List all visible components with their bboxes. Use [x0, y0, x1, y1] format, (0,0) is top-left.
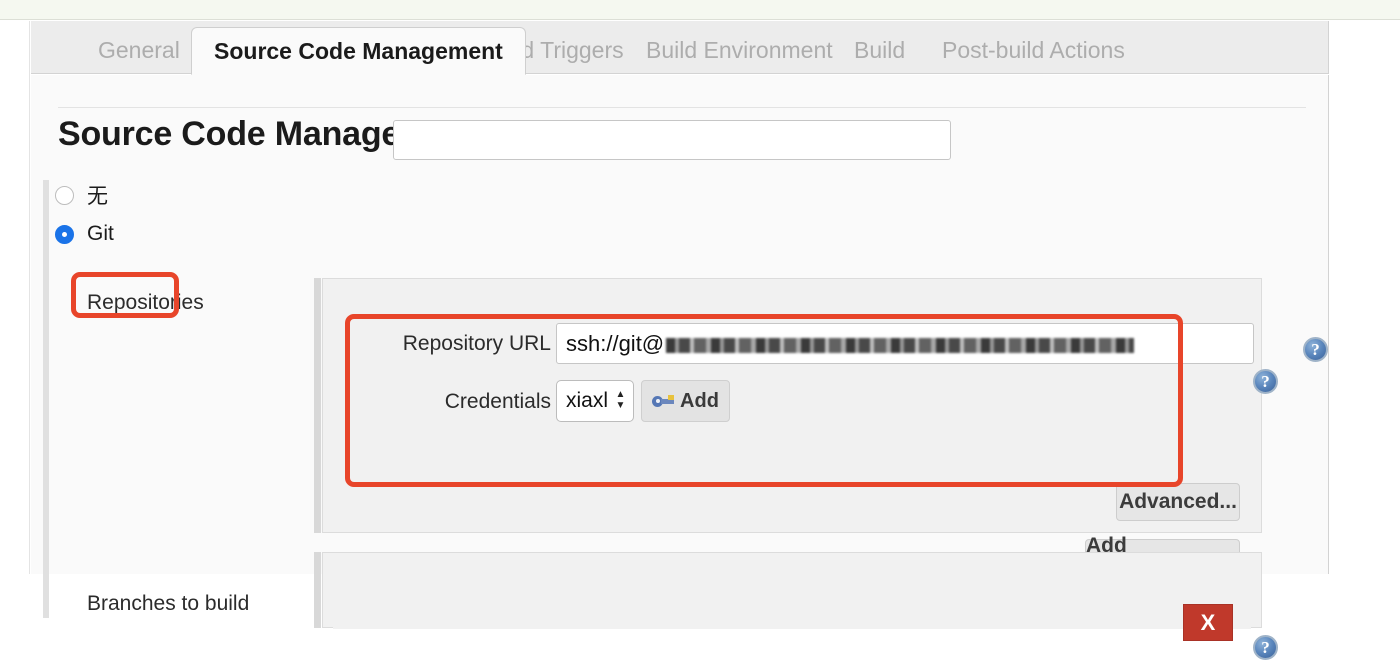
repositories-rail	[314, 278, 321, 533]
branches-panel	[322, 552, 1262, 629]
branch-specifier-input[interactable]	[393, 120, 951, 160]
redacted-url-remainder	[666, 337, 1135, 353]
branches-to-build-label: Branches to build	[87, 592, 250, 615]
add-credentials-label: Add	[680, 389, 719, 412]
repository-entry: Repository URL ssh://git@ Credentials xi…	[333, 288, 1254, 440]
repositories-label: Repositories	[87, 291, 204, 314]
browser-top-strip	[0, 0, 1400, 20]
repository-url-input[interactable]: ssh://git@	[556, 323, 1254, 364]
radio-git-indicator[interactable]	[55, 224, 74, 244]
help-icon-repository-url[interactable]: ?	[1253, 369, 1278, 394]
scm-option-git[interactable]: Git	[55, 217, 114, 251]
tab-build-environment[interactable]: Build Environment	[624, 28, 855, 74]
delete-branch-button[interactable]: X	[1183, 604, 1233, 641]
right-gutter	[1329, 21, 1400, 574]
credentials-selected-value: xiaxl	[566, 389, 609, 412]
left-gutter	[0, 21, 30, 574]
repository-url-label: Repository URL	[402, 332, 551, 355]
credentials-select[interactable]: xiaxl ▲ ▼	[556, 380, 634, 422]
config-tab-bar: General Source Code Management Build Tri…	[31, 21, 1329, 75]
radio-none-indicator[interactable]	[55, 185, 74, 205]
scm-option-git-label: Git	[87, 222, 114, 245]
key-icon	[652, 394, 675, 408]
tab-post-build-actions[interactable]: Post-build Actions	[920, 28, 1147, 74]
branch-entry	[333, 562, 1251, 629]
credentials-label: Credentials	[444, 390, 551, 413]
config-form: Source Code Management 无 Git Repositorie…	[31, 75, 1329, 660]
repository-url-value: ssh://git@	[566, 331, 665, 356]
branches-rail	[314, 552, 321, 628]
chevron-updown-icon: ▲ ▼	[615, 389, 626, 411]
help-icon-branches[interactable]: ?	[1253, 635, 1278, 660]
scm-option-none[interactable]: 无	[55, 178, 108, 212]
tab-source-code-management[interactable]: Source Code Management	[191, 27, 526, 75]
tab-general[interactable]: General	[76, 28, 202, 74]
jenkins-config-page: General Source Code Management Build Tri…	[0, 21, 1400, 660]
section-divider	[58, 107, 1306, 108]
help-icon-repositories[interactable]: ?	[1303, 337, 1328, 362]
scm-option-none-label: 无	[87, 185, 108, 208]
add-credentials-button[interactable]: Add	[641, 380, 730, 422]
section-rail	[43, 180, 49, 618]
tab-build[interactable]: Build	[832, 28, 927, 74]
advanced-button[interactable]: Advanced...	[1116, 483, 1240, 521]
